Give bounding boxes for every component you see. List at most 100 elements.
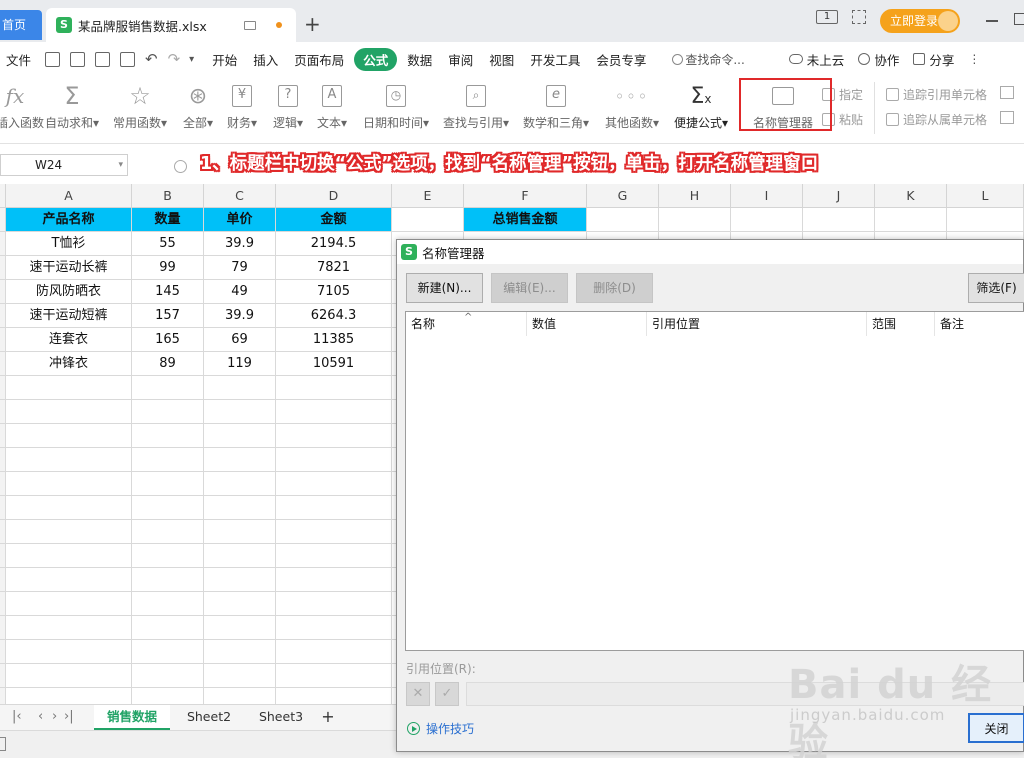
file-tab[interactable]: S 某品牌服销售数据.xlsx: [46, 8, 296, 42]
cell[interactable]: [6, 496, 132, 520]
chevron-down-icon[interactable]: ▾: [118, 155, 123, 175]
cell[interactable]: [276, 592, 392, 616]
first-sheet-icon[interactable]: |‹: [12, 709, 22, 724]
cell[interactable]: [132, 688, 204, 704]
tab-page-layout[interactable]: 页面布局: [294, 50, 344, 69]
cell[interactable]: [204, 616, 276, 640]
home-tab[interactable]: 首页: [0, 10, 42, 40]
cell[interactable]: 39.9: [204, 304, 276, 328]
sheet-tab-sheet2[interactable]: Sheet2: [174, 705, 244, 730]
cell[interactable]: [204, 376, 276, 400]
math-button[interactable]: e 数学和三角▾: [520, 82, 592, 131]
cell[interactable]: [204, 400, 276, 424]
cell[interactable]: [6, 688, 132, 704]
col-header-e[interactable]: E: [392, 184, 464, 208]
col-header-j[interactable]: J: [803, 184, 875, 208]
trace-dependents-button[interactable]: 追踪从属单元格: [886, 111, 987, 128]
delete-name-button[interactable]: 删除(D): [576, 273, 653, 303]
cell[interactable]: 55: [132, 232, 204, 256]
share-button[interactable]: 分享: [929, 50, 954, 69]
new-name-button[interactable]: 新建(N)...: [406, 273, 483, 303]
prev-sheet-icon[interactable]: ‹: [38, 709, 43, 724]
header-cell[interactable]: 金额: [276, 208, 392, 232]
col-header-f[interactable]: F: [464, 184, 587, 208]
cell[interactable]: [6, 664, 132, 688]
autosum-button[interactable]: Σ 自动求和▾: [42, 82, 102, 131]
cell[interactable]: [6, 568, 132, 592]
cell[interactable]: [6, 544, 132, 568]
tab-data[interactable]: 数据: [407, 50, 432, 69]
cell[interactable]: 速干运动短裤: [6, 304, 132, 328]
more-tools-icon-2[interactable]: [1000, 111, 1014, 124]
cell[interactable]: [132, 568, 204, 592]
tips-link[interactable]: 操作技巧: [407, 720, 474, 737]
cell[interactable]: [204, 520, 276, 544]
logic-button[interactable]: ? 逻辑▾: [270, 82, 306, 131]
last-sheet-icon[interactable]: ›|: [64, 709, 74, 724]
tab-view[interactable]: 视图: [489, 50, 514, 69]
cell[interactable]: [204, 472, 276, 496]
redo-icon[interactable]: ↷: [168, 50, 181, 68]
cell[interactable]: [276, 400, 392, 424]
cell[interactable]: [392, 208, 464, 232]
cell[interactable]: 连套衣: [6, 328, 132, 352]
export-icon[interactable]: [70, 51, 86, 67]
col-value[interactable]: 数值: [527, 312, 647, 336]
cell[interactable]: [6, 424, 132, 448]
cell-name-box[interactable]: W24 ▾: [0, 154, 128, 176]
col-scope[interactable]: 范围: [867, 312, 935, 336]
cell[interactable]: [132, 424, 204, 448]
zoom-icon[interactable]: [174, 160, 187, 173]
header-cell[interactable]: 数量: [132, 208, 204, 232]
col-header-c[interactable]: C: [204, 184, 276, 208]
cancel-ref-icon[interactable]: ✕: [406, 682, 430, 706]
sheet-tab-sales[interactable]: 销售数据: [94, 705, 170, 730]
cell[interactable]: [6, 448, 132, 472]
cell[interactable]: [204, 448, 276, 472]
page-indicator-icon[interactable]: 1: [816, 10, 838, 24]
cell[interactable]: [6, 472, 132, 496]
cell[interactable]: 冲锋衣: [6, 352, 132, 376]
cell[interactable]: 89: [132, 352, 204, 376]
cell[interactable]: 79: [204, 256, 276, 280]
cell[interactable]: 165: [132, 328, 204, 352]
tab-insert[interactable]: 插入: [253, 50, 278, 69]
dialog-title-bar[interactable]: S 名称管理器: [397, 240, 1023, 264]
cell[interactable]: [204, 424, 276, 448]
undo-icon[interactable]: ↶: [145, 50, 158, 68]
cell[interactable]: [587, 208, 659, 232]
tab-review[interactable]: 审阅: [448, 50, 473, 69]
col-header-h[interactable]: H: [659, 184, 731, 208]
cell[interactable]: 99: [132, 256, 204, 280]
grid-view-icon[interactable]: [852, 10, 866, 24]
tab-formula[interactable]: 公式: [354, 47, 398, 71]
cell[interactable]: [276, 520, 392, 544]
cell[interactable]: [276, 640, 392, 664]
cell[interactable]: 7821: [276, 256, 392, 280]
restore-icon[interactable]: [1014, 13, 1024, 25]
minimize-icon[interactable]: [986, 20, 998, 22]
add-sheet-button[interactable]: +: [318, 705, 338, 730]
col-header-l[interactable]: L: [947, 184, 1024, 208]
col-header-b[interactable]: B: [132, 184, 204, 208]
cell[interactable]: [6, 640, 132, 664]
cell[interactable]: [132, 496, 204, 520]
confirm-ref-icon[interactable]: ✓: [435, 682, 459, 706]
cell[interactable]: 39.9: [204, 232, 276, 256]
cell[interactable]: 防风防晒衣: [6, 280, 132, 304]
cell[interactable]: [6, 400, 132, 424]
cell[interactable]: [276, 616, 392, 640]
cell[interactable]: [731, 208, 803, 232]
cell[interactable]: [132, 376, 204, 400]
cell[interactable]: [803, 208, 875, 232]
cell[interactable]: [947, 208, 1024, 232]
login-button[interactable]: 立即登录: [880, 9, 960, 33]
cell[interactable]: [132, 640, 204, 664]
col-comment[interactable]: 备注: [935, 312, 1024, 336]
cell[interactable]: 145: [132, 280, 204, 304]
edit-name-button[interactable]: 编辑(E)...: [491, 273, 568, 303]
trace-precedents-button[interactable]: 追踪引用单元格: [886, 86, 987, 103]
tab-member[interactable]: 会员专享: [596, 50, 646, 69]
cell[interactable]: 49: [204, 280, 276, 304]
cell[interactable]: [204, 664, 276, 688]
